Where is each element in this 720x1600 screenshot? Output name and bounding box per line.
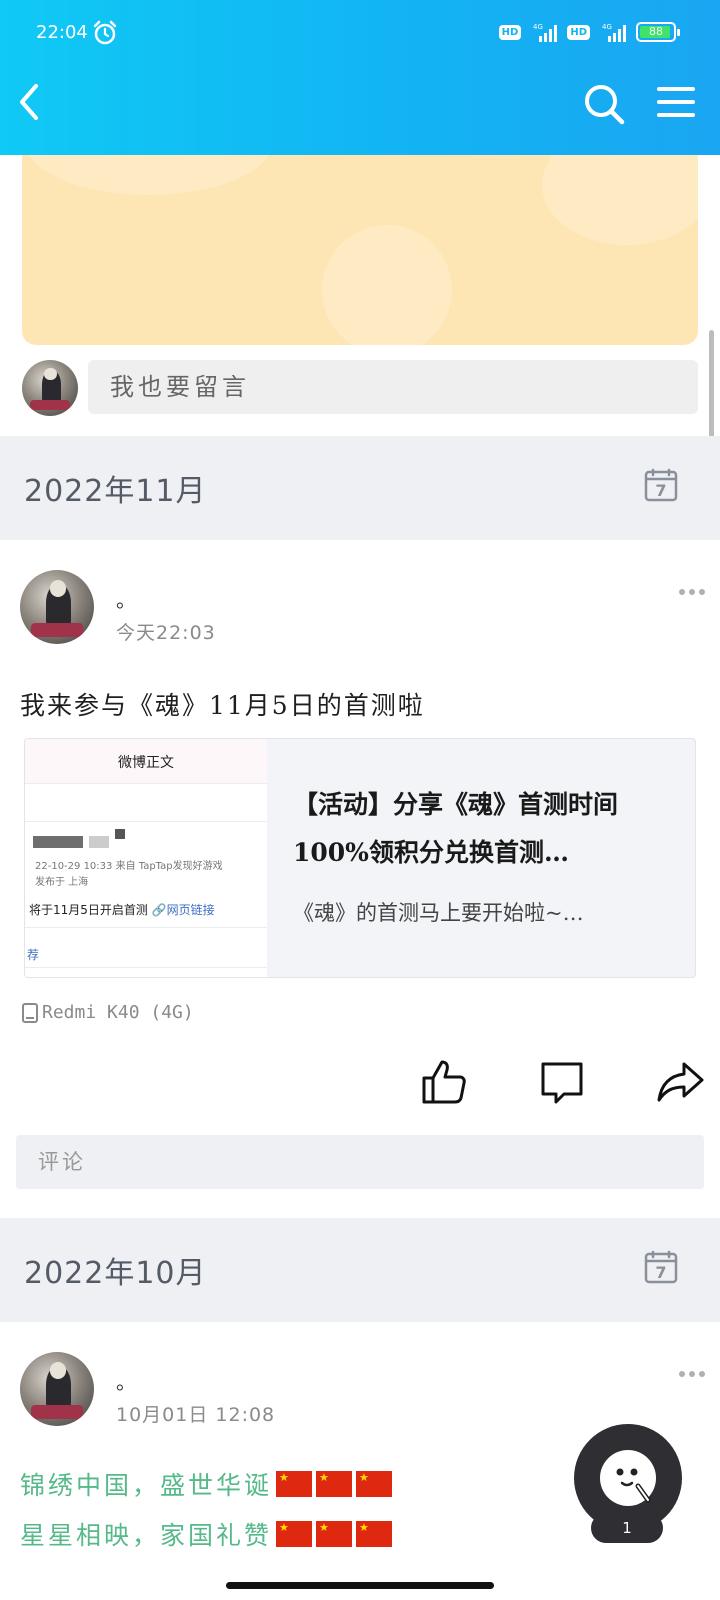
device-name: Redmi K40 (4G) bbox=[42, 1002, 194, 1023]
signal-icon-2: 4G bbox=[602, 23, 626, 42]
thumb-rec: 荐 bbox=[27, 948, 40, 962]
status-indicators: HD 4G HD 4G 88 bbox=[498, 22, 680, 42]
back-arrow-icon[interactable] bbox=[14, 82, 46, 122]
post-avatar[interactable] bbox=[20, 570, 94, 644]
battery-icon: 88 bbox=[636, 22, 680, 42]
app-header: 22:04 HD 4G HD 4G 88 bbox=[0, 0, 720, 155]
month-label: 2022年10月 bbox=[24, 1256, 207, 1291]
china-flag-icon bbox=[356, 1521, 393, 1547]
china-flag-icon bbox=[316, 1471, 353, 1497]
comment-input[interactable]: 评论 bbox=[16, 1135, 704, 1189]
link-thumbnail: 微博正文 22-10-29 10:33 来自 TapTap发现好游戏 发布于 上… bbox=[25, 739, 267, 977]
svg-text:4G: 4G bbox=[602, 23, 612, 31]
svg-text:7: 7 bbox=[655, 481, 666, 500]
china-flag-icon bbox=[356, 1471, 393, 1497]
my-avatar[interactable] bbox=[22, 360, 78, 416]
link-card-desc: 《魂》的首测马上要开始啦~… bbox=[293, 901, 584, 925]
china-flag-icon bbox=[316, 1521, 353, 1547]
svg-text:4G: 4G bbox=[533, 23, 543, 31]
calendar-icon[interactable]: 7 bbox=[644, 1250, 678, 1284]
month-header: 2022年10月 7 bbox=[0, 1218, 720, 1322]
signal-icon: 4G bbox=[533, 23, 558, 42]
status-bar: 22:04 HD 4G HD 4G 88 bbox=[0, 18, 720, 54]
month-label: 2022年11月 bbox=[24, 474, 207, 509]
more-options-icon[interactable] bbox=[678, 1370, 706, 1378]
thumb-meta: 22-10-29 10:33 来自 TapTap发现好游戏 bbox=[35, 861, 223, 872]
scrollbar[interactable] bbox=[709, 330, 714, 440]
share-icon[interactable] bbox=[656, 1058, 704, 1106]
thumb-title: 微博正文 bbox=[25, 739, 267, 783]
status-time: 22:04 bbox=[36, 22, 88, 43]
leave-message-input[interactable]: 我也要留言 bbox=[88, 360, 698, 414]
search-icon[interactable] bbox=[582, 82, 626, 126]
thumb-meta-location: 发布于 上海 bbox=[35, 877, 89, 888]
like-icon[interactable] bbox=[420, 1058, 468, 1106]
alarm-icon bbox=[93, 20, 117, 45]
battery-level: 88 bbox=[649, 25, 663, 38]
hd-badge-2: HD bbox=[567, 24, 590, 40]
svg-text:7: 7 bbox=[655, 1263, 666, 1282]
link-card[interactable]: 微博正文 22-10-29 10:33 来自 TapTap发现好游戏 发布于 上… bbox=[24, 738, 696, 978]
calendar-icon[interactable]: 7 bbox=[644, 468, 678, 502]
post-time: 10月01日 12:08 bbox=[116, 1404, 276, 1426]
menu-icon[interactable] bbox=[656, 84, 696, 120]
comment-icon[interactable] bbox=[538, 1058, 586, 1106]
notification-count[interactable]: 1 bbox=[591, 1513, 663, 1543]
post-line: 锦绣中国，盛世华诞 bbox=[20, 1466, 393, 1502]
mascot-icon bbox=[600, 1450, 656, 1506]
post-line: 星星相映，家国礼赞 bbox=[20, 1516, 393, 1552]
month-header: 2022年11月 7 bbox=[0, 436, 720, 540]
home-indicator[interactable] bbox=[226, 1582, 494, 1589]
post-text: 我来参与《魂》11月5日的首测啦 bbox=[20, 691, 425, 720]
more-options-icon[interactable] bbox=[678, 588, 706, 596]
link-card-title: 【活动】分享《魂》首测时间 100%领积分兑换首测… bbox=[293, 790, 619, 867]
device-tag: Redmi K40 (4G) bbox=[22, 1002, 194, 1023]
post-author[interactable]: 。 bbox=[116, 584, 136, 613]
profile-banner bbox=[22, 155, 698, 345]
hd-badge: HD bbox=[498, 24, 522, 40]
phone-icon bbox=[22, 1002, 38, 1023]
post-avatar[interactable] bbox=[20, 1352, 94, 1426]
post-author[interactable]: 。 bbox=[116, 1366, 136, 1395]
china-flag-icon bbox=[276, 1521, 313, 1547]
china-flag-icon bbox=[276, 1471, 313, 1497]
post-time: 今天22:03 bbox=[116, 622, 216, 644]
thumb-text: 将于11月5日开启首测 🔗网页链接 bbox=[29, 903, 215, 917]
